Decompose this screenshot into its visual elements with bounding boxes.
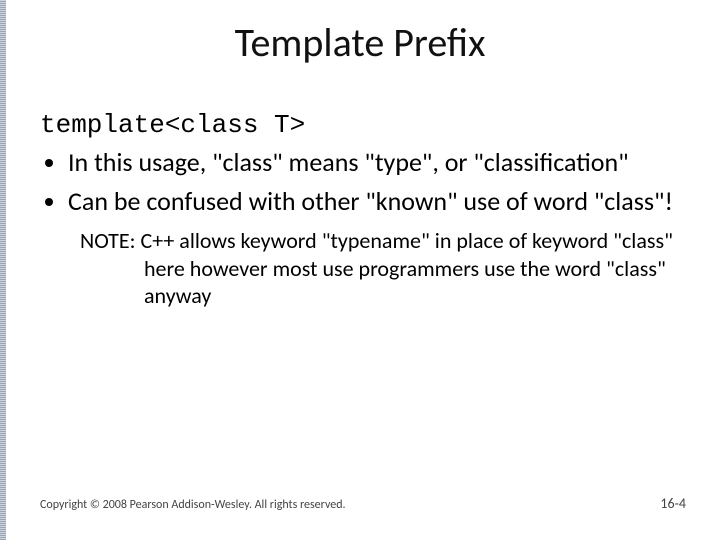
content-area: template<class T> In this usage, "class"… [40, 110, 680, 310]
note-text: NOTE: C++ allows keyword "typename" in p… [80, 227, 680, 310]
decorative-stripe [0, 0, 6, 540]
slide-title: Template Prefix [0, 18, 720, 67]
slide: Template Prefix template<class T> In thi… [0, 0, 720, 540]
bullet-list: In this usage, "class" means "type", or … [40, 146, 680, 217]
code-snippet: template<class T> [40, 110, 680, 140]
bullet-item: Can be confused with other "known" use o… [68, 185, 680, 218]
bullet-item: In this usage, "class" means "type", or … [68, 146, 680, 179]
note-block: NOTE: C++ allows keyword "typename" in p… [80, 227, 680, 310]
copyright-text: Copyright © 2008 Pearson Addison-Wesley.… [40, 498, 346, 512]
page-number: 16-4 [660, 495, 686, 512]
